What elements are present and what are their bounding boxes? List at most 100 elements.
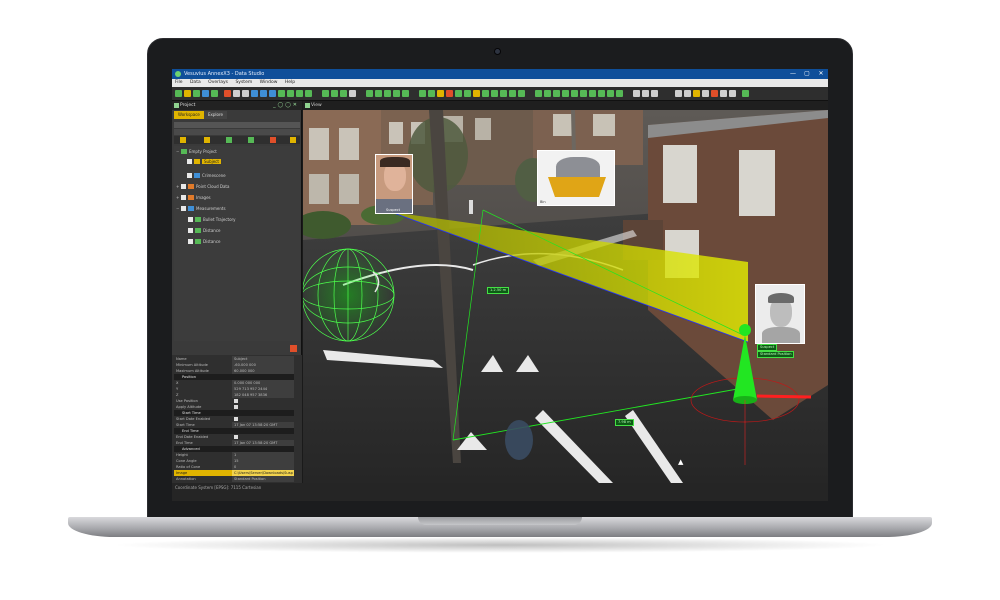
- use-position-checkbox[interactable]: [234, 399, 238, 403]
- list-icon[interactable]: [675, 90, 682, 97]
- distance-label-upper[interactable]: 1.2.50 m: [487, 287, 510, 294]
- export-icon[interactable]: [202, 90, 209, 97]
- arrow-up-icon[interactable]: [642, 90, 649, 97]
- share-icon[interactable]: [518, 90, 525, 97]
- camera-icon[interactable]: [260, 90, 267, 97]
- suspect-label[interactable]: Suspect: [757, 344, 778, 351]
- checkbox[interactable]: [188, 238, 193, 244]
- checkbox[interactable]: [181, 194, 186, 200]
- search-icon[interactable]: [248, 137, 254, 143]
- maximize-button[interactable]: ▢: [800, 69, 814, 79]
- open-folder-icon[interactable]: [184, 90, 191, 97]
- group-icon[interactable]: [607, 90, 614, 97]
- rotate-icon[interactable]: [322, 90, 329, 97]
- checkbox[interactable]: [188, 216, 193, 222]
- 3d-viewport[interactable]: Suspect Bin 1.2.50 m 7.98 m Suspect Stan…: [303, 110, 828, 483]
- save-icon[interactable]: [193, 90, 200, 97]
- measure-icon[interactable]: [366, 90, 373, 97]
- delete-icon[interactable]: [270, 137, 276, 143]
- layers-icon[interactable]: [211, 90, 218, 97]
- cloud-icon[interactable]: [278, 90, 285, 97]
- globe-icon[interactable]: [296, 90, 303, 97]
- tab-explore[interactable]: Explore: [204, 111, 228, 119]
- close-button[interactable]: ✕: [814, 69, 828, 79]
- add-folder-icon[interactable]: [180, 137, 186, 143]
- page-icon[interactable]: [349, 90, 356, 97]
- layout-split-icon[interactable]: [702, 90, 709, 97]
- pencil-icon[interactable]: [455, 90, 462, 97]
- checkbox[interactable]: [181, 205, 186, 211]
- import-icon[interactable]: [204, 137, 210, 143]
- standard-position-label[interactable]: Standard Position: [757, 351, 795, 358]
- lock-icon[interactable]: [651, 90, 658, 97]
- properties-icon[interactable]: [290, 137, 296, 143]
- menu-overlays[interactable]: Overlays: [205, 79, 231, 87]
- brush-icon[interactable]: [464, 90, 471, 97]
- document-icon[interactable]: [331, 90, 338, 97]
- play-icon[interactable]: [544, 90, 551, 97]
- panel-controls[interactable]: _◯◯✕: [273, 101, 299, 110]
- undo-icon[interactable]: [233, 90, 240, 97]
- menu-help[interactable]: Help: [282, 79, 298, 87]
- tab-workspace[interactable]: Workspace: [174, 111, 204, 119]
- grid-icon[interactable]: [305, 90, 312, 97]
- angle-icon[interactable]: [384, 90, 391, 97]
- layout-stack-icon[interactable]: [720, 90, 727, 97]
- book-icon[interactable]: [340, 90, 347, 97]
- minimize-button[interactable]: —: [786, 69, 800, 79]
- flag-icon[interactable]: [580, 90, 587, 97]
- tree-item-distance-2[interactable]: Distance: [188, 238, 221, 246]
- redo-icon[interactable]: [242, 90, 249, 97]
- new-project-icon[interactable]: [175, 90, 182, 97]
- checkbox[interactable]: [187, 172, 192, 178]
- layout-quad-icon[interactable]: [711, 90, 718, 97]
- record-icon[interactable]: [224, 90, 231, 97]
- window-icon[interactable]: [729, 90, 736, 97]
- pin-icon[interactable]: [571, 90, 578, 97]
- table-icon[interactable]: [428, 90, 435, 97]
- magnifier-icon[interactable]: [482, 90, 489, 97]
- picture-icon[interactable]: [251, 90, 258, 97]
- location-icon[interactable]: [562, 90, 569, 97]
- columns-icon[interactable]: [684, 90, 691, 97]
- checkbox[interactable]: [181, 183, 186, 189]
- tree-item-images[interactable]: + Images: [176, 194, 211, 202]
- checkbox[interactable]: [188, 227, 193, 233]
- hand-icon[interactable]: [437, 90, 444, 97]
- apply-altitude-checkbox[interactable]: [234, 405, 238, 409]
- menu-system[interactable]: System: [232, 79, 255, 87]
- tree-item-root[interactable]: − Empty Project: [176, 148, 217, 156]
- skip-bin-photo[interactable]: Bin: [537, 150, 615, 206]
- monitor-icon[interactable]: [535, 90, 542, 97]
- lightbulb-icon[interactable]: [473, 90, 480, 97]
- target-icon[interactable]: [402, 90, 409, 97]
- fire-icon[interactable]: [446, 90, 453, 97]
- network-icon[interactable]: [509, 90, 516, 97]
- menu-file[interactable]: File: [172, 79, 186, 87]
- distance-label-lower[interactable]: 7.98 m: [615, 419, 634, 426]
- layout-single-icon[interactable]: [693, 90, 700, 97]
- circle-icon[interactable]: [589, 90, 596, 97]
- compass-icon[interactable]: [393, 90, 400, 97]
- tree-item-distance-1[interactable]: Distance: [188, 227, 221, 235]
- filter-bar[interactable]: [174, 129, 300, 135]
- ruler-icon[interactable]: [375, 90, 382, 97]
- car-icon[interactable]: [616, 90, 623, 97]
- edit-icon[interactable]: [226, 137, 232, 143]
- tree-item-point-cloud[interactable]: + Point Cloud Data: [176, 183, 229, 191]
- map-icon[interactable]: [287, 90, 294, 97]
- tree-item-trajectory[interactable]: Bullet Trajectory: [188, 216, 236, 224]
- menu-data[interactable]: Data: [187, 79, 204, 87]
- search-input[interactable]: [174, 122, 300, 128]
- end-date-checkbox[interactable]: [234, 435, 238, 439]
- chart-icon[interactable]: [419, 90, 426, 97]
- person-icon[interactable]: [598, 90, 605, 97]
- menu-window[interactable]: Window: [257, 79, 281, 87]
- help-icon[interactable]: [491, 90, 498, 97]
- tree-item-crimescene[interactable]: Crimescene: [182, 172, 226, 180]
- delete-node-icon[interactable]: [290, 345, 297, 352]
- tree-item-measurements[interactable]: − Measurements: [176, 205, 226, 213]
- battery-icon[interactable]: [742, 90, 749, 97]
- checkbox[interactable]: [187, 158, 192, 164]
- film-icon[interactable]: [553, 90, 560, 97]
